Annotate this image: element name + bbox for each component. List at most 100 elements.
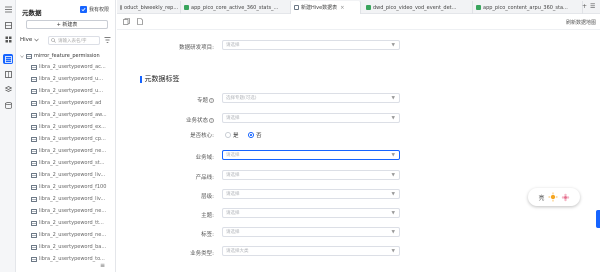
tab-5[interactable]: app_pico_content_arpu_360_sta...: [473, 1, 583, 14]
project-placeholder: 请选择: [226, 43, 240, 48]
tree-item[interactable]: libra_2_usertypeword_ne...: [31, 208, 106, 214]
tab-4[interactable]: dwd_pico_video_vod_event_det...: [363, 1, 473, 14]
table-icon: [294, 5, 299, 10]
floating-widget[interactable]: 亮: [528, 188, 580, 206]
project-select[interactable]: 请选择 ▼: [222, 40, 400, 50]
tab-3[interactable]: 新建Hive数据表 ×: [291, 1, 361, 14]
business-domain-select[interactable]: 请选择 ▼: [222, 150, 400, 160]
chevron-down-icon: ▼: [391, 173, 395, 178]
filter-icon[interactable]: [104, 37, 111, 45]
menu-icon[interactable]: ≡: [100, 262, 105, 269]
tree-item[interactable]: libra_2_usertypeword_liv...: [31, 172, 105, 178]
business-status-label: 业务状态?: [144, 116, 214, 124]
help-icon[interactable]: ?: [209, 118, 214, 123]
tree-item[interactable]: libra_2_usertypeword_u...: [31, 76, 103, 82]
tree-item[interactable]: libra_2_usertypeword_ne...: [31, 148, 106, 154]
section-title-text: 元数据标签: [144, 75, 180, 83]
list-icon[interactable]: [3, 4, 13, 14]
subject-select[interactable]: 请选择 ▼: [222, 208, 400, 218]
check-icon: [80, 6, 87, 13]
chevron-down-icon: ▼: [391, 116, 395, 121]
chevron-down-icon: ▼: [391, 153, 395, 158]
tree-item-label: libra_2_usertypeword_liv...: [39, 196, 106, 202]
side-panel-handle[interactable]: [596, 210, 600, 228]
add-tab-button[interactable]: +: [582, 3, 587, 10]
sun-icon: [548, 192, 557, 202]
tab-1[interactable]: oduct_biweekly_rep...: [117, 1, 181, 14]
tree-item[interactable]: libra_2_usertypeword_ba...: [31, 244, 106, 250]
permission-checkbox[interactable]: 我有权限: [80, 6, 109, 13]
table-icon: [31, 136, 37, 142]
tree-item-label: libra_2_usertypeword_ne...: [39, 232, 107, 238]
tag-select[interactable]: 请选择 ▼: [222, 227, 400, 237]
table-icon: [366, 5, 371, 10]
business-type-label: 业务类型:: [144, 249, 214, 257]
chevron-down-icon: ▼: [391, 43, 395, 48]
topic-select[interactable]: 选择专题(可选) ▼: [222, 93, 400, 103]
tree-item[interactable]: libra_2_usertypeword_ex...: [31, 124, 106, 130]
tree-item[interactable]: libra_2_usertypeword_st...: [31, 160, 104, 166]
document-icon[interactable]: [137, 18, 143, 27]
storage-icon[interactable]: [3, 100, 13, 110]
core-yes-radio[interactable]: 是: [225, 131, 239, 139]
source-select[interactable]: Hive: [20, 37, 40, 43]
database-icon[interactable]: [3, 20, 13, 30]
business-domain-placeholder: 请选择: [226, 153, 240, 158]
copy-icon[interactable]: [123, 18, 130, 27]
sidebar: 元数据 我有权限 + 新建表 Hive 请输入表名/字 mirror_featu…: [16, 0, 116, 272]
table-icon: [31, 100, 37, 106]
tree-item[interactable]: libra_2_usertypeword_tt...: [31, 220, 104, 226]
tree-item[interactable]: libra_2_usertypeword_u...: [31, 88, 103, 94]
chevron-down-icon: ▼: [391, 211, 395, 216]
business-status-select[interactable]: 请选择 ▼: [222, 113, 400, 123]
section-title: 元数据标签: [140, 74, 180, 84]
tree-item-label: libra_2_usertypeword_to...: [39, 256, 105, 262]
tab-label: app_pico_content_arpu_360_sta...: [483, 4, 568, 11]
table-icon[interactable]: [3, 69, 13, 79]
core-no-label: 否: [256, 133, 262, 139]
business-status-placeholder: 请选择: [226, 116, 240, 121]
close-icon[interactable]: ×: [340, 5, 344, 11]
level-placeholder: 请选择: [226, 192, 240, 197]
chevron-down-icon: ▼: [391, 192, 395, 197]
chevron-down-icon: ▼: [391, 230, 395, 235]
tab-bar: oduct_biweekly_rep... app_pico_core_acti…: [117, 0, 600, 14]
table-icon: [31, 112, 37, 118]
tab-label: dwd_pico_video_vod_event_det...: [373, 4, 457, 11]
radio-icon: [225, 132, 231, 138]
product-line-select[interactable]: 请选择 ▼: [222, 170, 400, 180]
new-table-button[interactable]: + 新建表: [26, 20, 108, 29]
tree-item[interactable]: libra_2_usertypeword_aw...: [31, 112, 107, 118]
help-icon[interactable]: ?: [209, 98, 214, 103]
table-icon: [31, 124, 37, 130]
search-input[interactable]: 请输入表名/字: [48, 36, 100, 45]
tree-item[interactable]: libra_2_usertypeword_ac...: [31, 64, 106, 70]
tree-item-label: libra_2_usertypeword_f100: [39, 184, 107, 190]
topic-label: 专题?: [144, 96, 214, 104]
tree-item[interactable]: libra_2_usertypeword_liv...: [31, 196, 105, 202]
tree-item[interactable]: libra_2_usertypeword_ne...: [31, 232, 106, 238]
tab-menu-icon[interactable]: ☰: [590, 3, 595, 10]
tree-item-label: libra_2_usertypeword_ne...: [39, 148, 107, 154]
tree-item-label: libra_2_usertypeword_cp...: [39, 136, 106, 142]
table-icon: [31, 172, 37, 178]
business-type-select[interactable]: 请选择大类 ▼: [222, 246, 400, 256]
tree-item[interactable]: libra_2_usertypeword_to...: [31, 256, 105, 262]
layers-icon[interactable]: [3, 84, 13, 94]
tree-item[interactable]: libra_2_usertypeword_ad: [31, 100, 101, 106]
tree-item-label: libra_2_usertypeword_ba...: [39, 244, 107, 250]
tree-item[interactable]: libra_2_usertypeword_cp...: [31, 136, 106, 142]
refresh-data-map-link[interactable]: 刷新数据地图: [566, 19, 596, 26]
tree-item-label: libra_2_usertypeword_u...: [39, 76, 104, 82]
tree-item[interactable]: libra_2_usertypeword_f100: [31, 184, 106, 190]
metadata-icon[interactable]: [3, 54, 13, 64]
icon-rail: [0, 0, 16, 272]
source-select-value: Hive: [20, 37, 33, 43]
level-select[interactable]: 请选择 ▼: [222, 189, 400, 199]
database-icon: [26, 53, 32, 59]
tree-root[interactable]: mirror_feature_permission: [20, 53, 100, 59]
core-no-radio[interactable]: 否: [248, 131, 262, 139]
grid-icon[interactable]: [3, 34, 13, 44]
chevron-down-icon: [34, 38, 40, 42]
tab-2[interactable]: app_pico_core_active_360_stats_...: [181, 1, 291, 14]
